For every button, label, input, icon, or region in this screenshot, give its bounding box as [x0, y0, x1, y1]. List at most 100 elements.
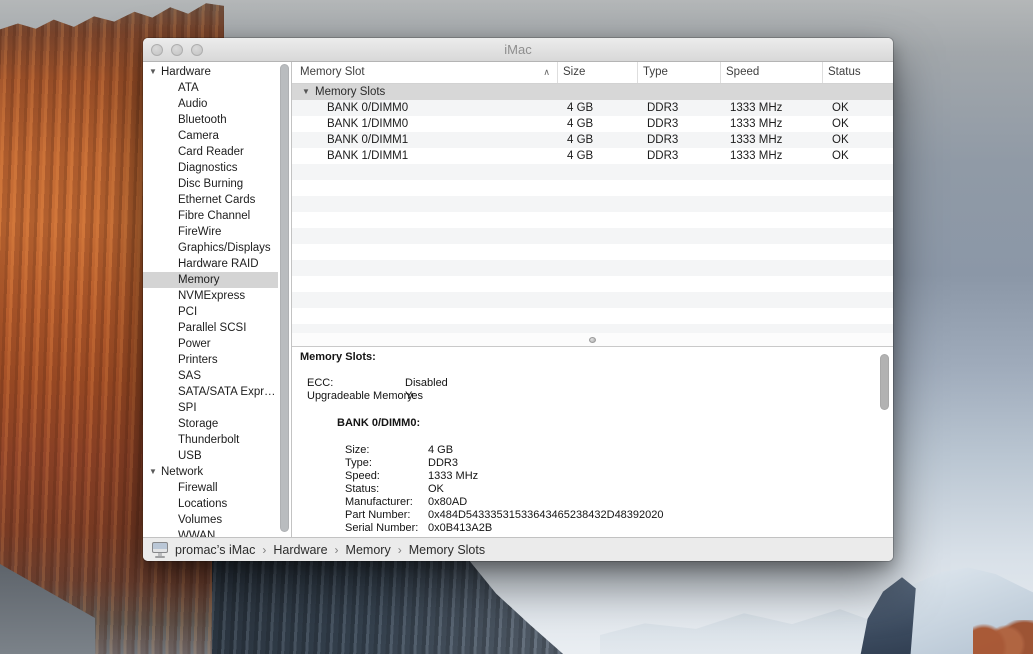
column-header-label: Type	[643, 66, 668, 78]
table-row[interactable]: BANK 1/DIMM14 GBDDR31333 MHzOK	[292, 148, 893, 164]
disclosure-triangle-icon: ▼	[149, 464, 161, 480]
column-header-size[interactable]: Size	[557, 62, 637, 83]
detail-label: Speed:	[345, 470, 428, 483]
sidebar-item-locations[interactable]: Locations	[143, 496, 278, 512]
disclosure-triangle-icon: ▼	[302, 84, 315, 100]
detail-label: Status:	[345, 483, 428, 496]
column-header-label: Memory Slot	[300, 66, 365, 78]
sidebar-item-pci[interactable]: PCI	[143, 304, 278, 320]
sidebar-item-printers[interactable]: Printers	[143, 352, 278, 368]
splitter-handle-icon[interactable]	[589, 337, 596, 343]
detail-value: 1333 MHz	[428, 470, 478, 483]
cell-memory-slot: BANK 0/DIMM1	[292, 132, 557, 148]
table-row[interactable]: BANK 0/DIMM14 GBDDR31333 MHzOK	[292, 132, 893, 148]
sidebar-item-graphics-displays[interactable]: Graphics/Displays	[143, 240, 278, 256]
table-group-row[interactable]: ▼Memory Slots	[292, 84, 893, 100]
main-panel: Memory Slot ∧ Size Type Speed Status ▼Me…	[292, 62, 893, 537]
detail-scrollbar-thumb[interactable]	[880, 354, 889, 410]
cell-type: DDR3	[637, 100, 720, 116]
column-header-label: Speed	[726, 66, 759, 78]
cell-size: 4 GB	[557, 132, 637, 148]
column-header-label: Status	[828, 66, 861, 78]
sidebar-item-ethernet-cards[interactable]: Ethernet Cards	[143, 192, 278, 208]
detail-value: 0x80AD	[428, 496, 467, 509]
sidebar-item-wwan[interactable]: WWAN	[143, 528, 278, 537]
sidebar-section-label: Network	[161, 466, 203, 478]
sidebar-section-network[interactable]: ▼Network	[143, 464, 291, 480]
window-content: ▼HardwareATAAudioBluetoothCameraCard Rea…	[143, 62, 893, 537]
cell-size: 4 GB	[557, 100, 637, 116]
sort-ascending-icon: ∧	[543, 62, 550, 83]
column-header-label: Size	[563, 66, 585, 78]
detail-title: Memory Slots:	[292, 351, 893, 364]
sidebar-section-hardware[interactable]: ▼Hardware	[143, 64, 291, 80]
sidebar-item-firewire[interactable]: FireWire	[143, 224, 278, 240]
sidebar-item-thunderbolt[interactable]: Thunderbolt	[143, 432, 278, 448]
breadcrumb-item: Hardware	[273, 543, 327, 557]
minimize-button[interactable]	[171, 44, 183, 56]
cell-type: DDR3	[637, 148, 720, 164]
cell-status: OK	[822, 132, 893, 148]
sidebar-item-usb[interactable]: USB	[143, 448, 278, 464]
sidebar-item-fibre-channel[interactable]: Fibre Channel	[143, 208, 278, 224]
table-row[interactable]: BANK 1/DIMM04 GBDDR31333 MHzOK	[292, 116, 893, 132]
sidebar: ▼HardwareATAAudioBluetoothCameraCard Rea…	[143, 62, 292, 537]
sidebar-item-firewall[interactable]: Firewall	[143, 480, 278, 496]
breadcrumb-item: Memory	[346, 543, 391, 557]
detail-row: Size:4 GB	[292, 444, 893, 457]
wallpaper-trees	[973, 620, 1033, 654]
detail-row: Upgradeable Memory:Yes	[292, 390, 893, 403]
detail-row: Manufacturer:0x80AD	[292, 496, 893, 509]
cell-speed: 1333 MHz	[720, 100, 822, 116]
cell-speed: 1333 MHz	[720, 132, 822, 148]
sidebar-item-audio[interactable]: Audio	[143, 96, 278, 112]
detail-row: Part Number:0x484D5433353153364346523843…	[292, 509, 893, 522]
sidebar-item-parallel-scsi[interactable]: Parallel SCSI	[143, 320, 278, 336]
column-header-type[interactable]: Type	[637, 62, 720, 83]
sidebar-item-bluetooth[interactable]: Bluetooth	[143, 112, 278, 128]
cell-memory-slot: BANK 1/DIMM1	[292, 148, 557, 164]
column-header-memory-slot[interactable]: Memory Slot ∧	[292, 62, 557, 83]
sidebar-item-disc-burning[interactable]: Disc Burning	[143, 176, 278, 192]
detail-value: OK	[428, 483, 444, 496]
detail-value: 4 GB	[428, 444, 453, 457]
detail-value: Yes	[405, 390, 423, 403]
sidebar-item-ata[interactable]: ATA	[143, 80, 278, 96]
sidebar-item-hardware-raid[interactable]: Hardware RAID	[143, 256, 278, 272]
detail-value: Disabled	[405, 377, 448, 390]
cell-status: OK	[822, 116, 893, 132]
cell-speed: 1333 MHz	[720, 148, 822, 164]
column-header-status[interactable]: Status	[822, 62, 893, 83]
titlebar[interactable]: iMac	[143, 38, 893, 62]
detail-label: Size:	[345, 444, 428, 457]
sidebar-item-sata-sata-expr[interactable]: SATA/SATA Expr…	[143, 384, 278, 400]
table-row[interactable]: BANK 0/DIMM04 GBDDR31333 MHzOK	[292, 100, 893, 116]
sidebar-item-sas[interactable]: SAS	[143, 368, 278, 384]
close-button[interactable]	[151, 44, 163, 56]
sidebar-item-storage[interactable]: Storage	[143, 416, 278, 432]
breadcrumb-item: promac’s iMac	[175, 543, 255, 557]
splitter[interactable]	[292, 333, 893, 346]
breadcrumb: promac’s iMac›Hardware›Memory›Memory Slo…	[175, 543, 485, 557]
desktop: iMac ▼HardwareATAAudioBluetoothCameraCar…	[0, 0, 1033, 654]
group-row-label: Memory Slots	[315, 86, 385, 98]
zoom-button[interactable]	[191, 44, 203, 56]
detail-label: Manufacturer:	[345, 496, 428, 509]
detail-label: ECC:	[307, 377, 405, 390]
sidebar-scrollbar-thumb[interactable]	[280, 64, 289, 532]
cell-type: DDR3	[637, 132, 720, 148]
sidebar-item-card-reader[interactable]: Card Reader	[143, 144, 278, 160]
detail-label: Part Number:	[345, 509, 428, 522]
detail-pane: Memory Slots: ECC:DisabledUpgradeable Me…	[292, 346, 893, 537]
sidebar-item-power[interactable]: Power	[143, 336, 278, 352]
detail-row: Status:OK	[292, 483, 893, 496]
statusbar: promac’s iMac›Hardware›Memory›Memory Slo…	[143, 537, 893, 561]
cell-size: 4 GB	[557, 116, 637, 132]
sidebar-item-memory[interactable]: Memory	[143, 272, 278, 288]
column-header-speed[interactable]: Speed	[720, 62, 822, 83]
sidebar-item-camera[interactable]: Camera	[143, 128, 278, 144]
sidebar-item-volumes[interactable]: Volumes	[143, 512, 278, 528]
sidebar-item-spi[interactable]: SPI	[143, 400, 278, 416]
sidebar-item-nvmexpress[interactable]: NVMExpress	[143, 288, 278, 304]
sidebar-item-diagnostics[interactable]: Diagnostics	[143, 160, 278, 176]
